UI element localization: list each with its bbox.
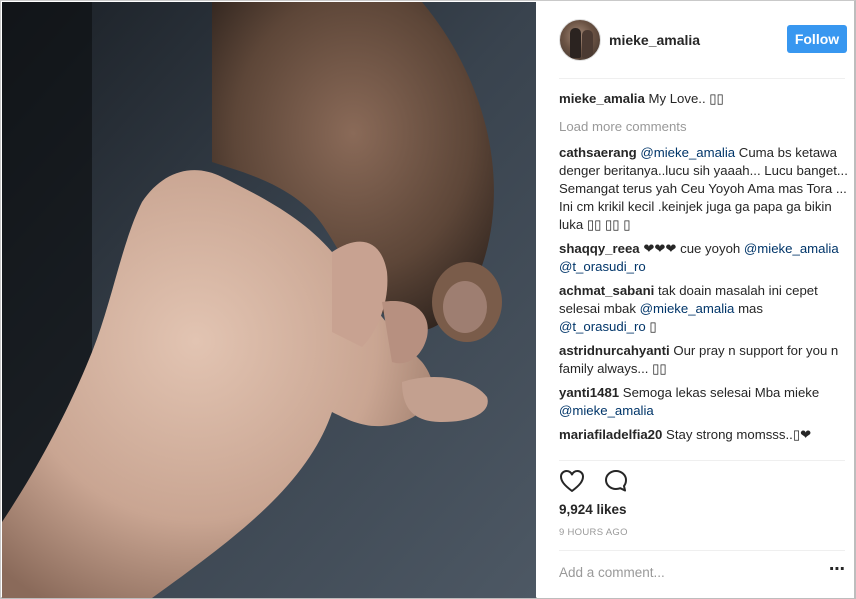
comment-text: ▯ [649,319,657,334]
comment-mention[interactable]: @t_orasudi_ro [559,259,646,274]
more-options-icon[interactable]: ⋯ [829,562,847,581]
comment-bubble-icon[interactable] [603,468,629,499]
caption: mieke_amalia My Love.. ▯▯ [559,90,849,108]
post-photo[interactable] [2,2,536,598]
list-item: yanti1481 Semoga lekas selesai Mba mieke… [559,384,849,420]
comment-input-divider [559,550,845,551]
comment-username[interactable]: shaqqy_reea [559,241,640,256]
comment-mention[interactable]: @mieke_amalia [640,145,735,160]
list-item: cathsaerang @mieke_amalia Cuma bs ketawa… [559,144,849,234]
comment-mention[interactable]: @mieke_amalia [559,403,654,418]
list-item: mariafiladelfia20 Stay strong momsss..▯❤ [559,426,849,444]
follow-button[interactable]: Follow [787,25,847,53]
list-item: shaqqy_reea ❤❤❤ cue yoyoh @mieke_amalia … [559,240,849,276]
heart-icon[interactable] [559,469,585,498]
comment-username[interactable]: mariafiladelfia20 [559,427,662,442]
comment-mention[interactable]: @t_orasudi_ro [559,319,646,334]
add-comment-input[interactable]: Add a comment... [559,565,665,580]
comment-username[interactable]: yanti1481 [559,385,619,400]
comment-text: Stay strong momsss..▯❤ [666,427,812,442]
post-author-username[interactable]: mieke_amalia [609,32,700,48]
header-divider [559,78,845,79]
caption-username[interactable]: mieke_amalia [559,91,645,106]
post-dialog: mieke_amalia Follow mieke_amalia My Love… [0,0,856,599]
comment-username[interactable]: astridnurcahyanti [559,343,670,358]
comment-text: mas [738,301,763,316]
comments-list: mieke_amalia My Love.. ▯▯ Load more comm… [559,90,849,458]
load-more-comments-link[interactable]: Load more comments [559,118,849,136]
post-header: mieke_amalia Follow [537,2,854,78]
actions-divider [559,460,845,461]
comment-text: Semoga lekas selesai Mba mieke [622,385,820,400]
post-actions [559,468,643,496]
list-item: astridnurcahyanti Our pray n support for… [559,342,849,378]
comment-mention[interactable]: @mieke_amalia [744,241,839,256]
list-item: achmat_sabani tak doain masalah ini cepe… [559,282,849,336]
comment-username[interactable]: cathsaerang [559,145,637,160]
caption-text: My Love.. ▯▯ [648,91,724,106]
avatar[interactable] [559,19,601,61]
comment-mention[interactable]: @mieke_amalia [640,301,735,316]
post-details-panel: mieke_amalia Follow mieke_amalia My Love… [537,2,854,598]
post-timestamp[interactable]: 9 HOURS AGO [559,527,628,538]
likes-count[interactable]: 9,924 likes [559,502,627,517]
comment-text: ❤❤❤ cue yoyoh [643,241,741,256]
comment-username[interactable]: achmat_sabani [559,283,654,298]
photo-hands-illustration [2,2,536,598]
